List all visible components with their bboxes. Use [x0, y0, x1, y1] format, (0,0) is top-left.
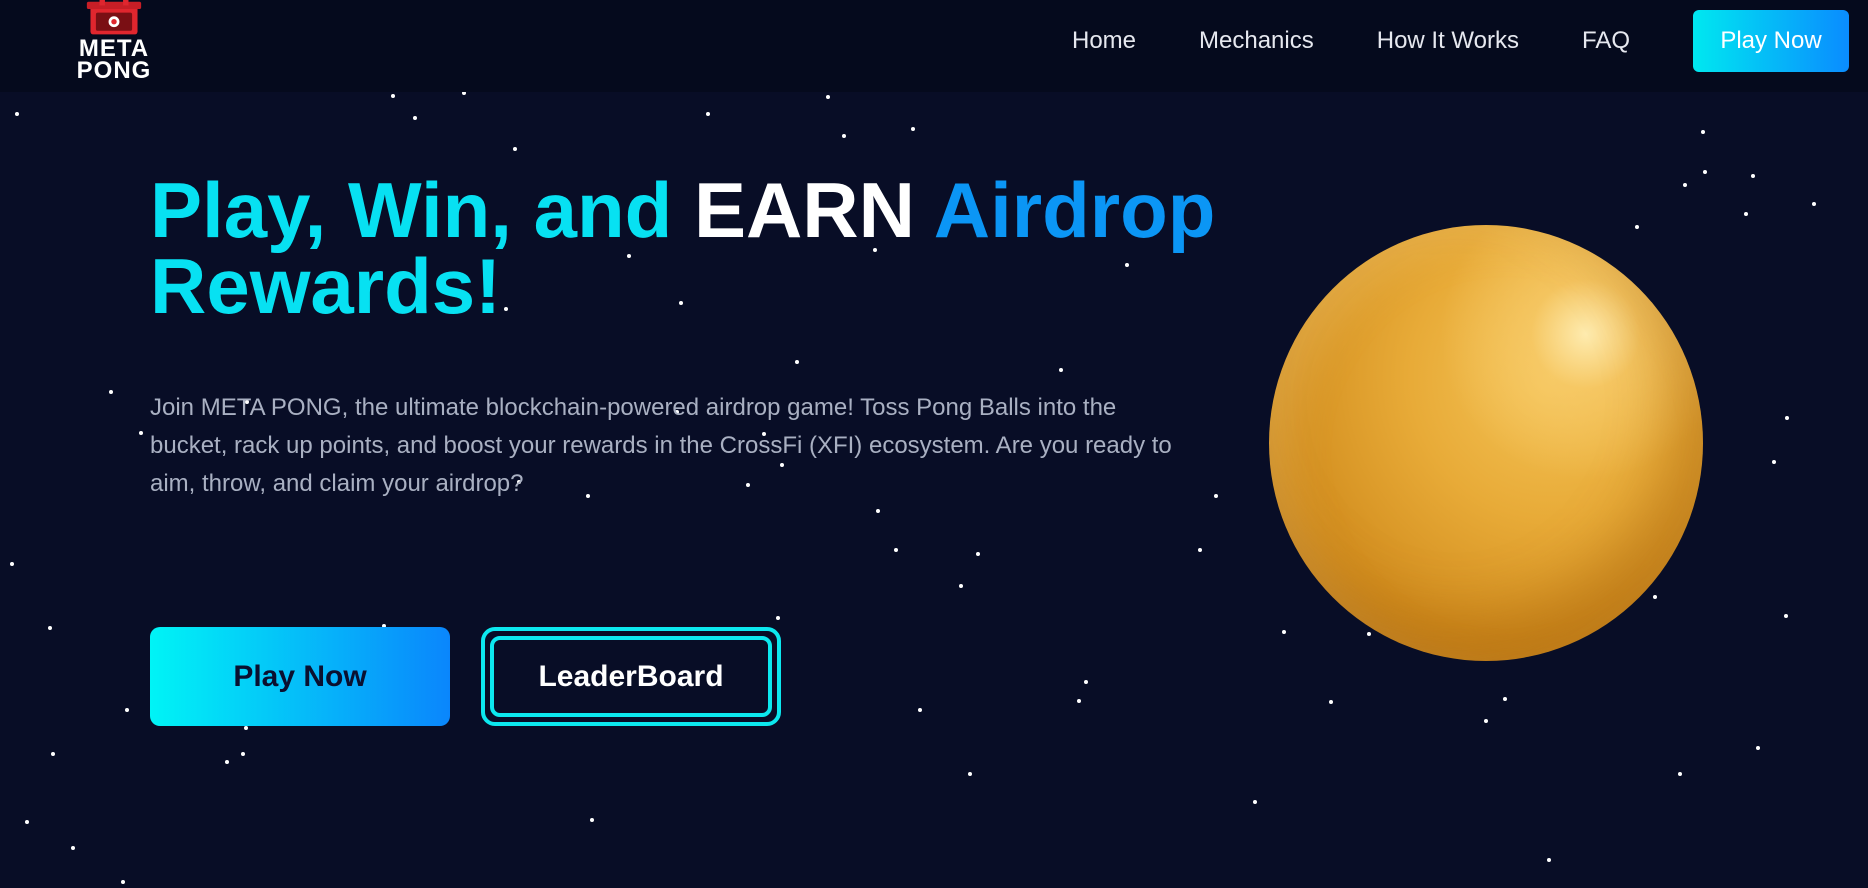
pong-bucket-logo-icon: [86, 0, 142, 35]
leaderboard-button[interactable]: LeaderBoard: [481, 627, 781, 726]
hero-play-now-button[interactable]: Play Now: [150, 627, 450, 726]
hero-description: Join META PONG, the ultimate blockchain-…: [150, 394, 1172, 497]
hero-title-rewards: Rewards!: [150, 242, 502, 330]
golden-pong-ball-image: [1269, 225, 1703, 661]
logo-text-pong: PONG: [76, 57, 152, 84]
main-nav: Home Mechanics How It Works FAQ Play Now: [1072, 0, 1868, 82]
nav-link-how-it-works[interactable]: How It Works: [1377, 27, 1519, 55]
nav-play-now-button[interactable]: Play Now: [1693, 10, 1849, 72]
nav-link-mechanics[interactable]: Mechanics: [1199, 27, 1314, 55]
hero-title: Play, Win, and EARN Airdrop Rewards!: [150, 171, 1250, 325]
nav-link-home[interactable]: Home: [1072, 27, 1136, 55]
hero-title-part1: Play, Win, and: [150, 166, 694, 254]
hero-title-earn: EARN: [693, 166, 915, 254]
brand-logo[interactable]: META PONG: [66, 0, 162, 84]
top-navbar: META PONG Home Mechanics How It Works FA…: [0, 0, 1868, 92]
leaderboard-button-label: LeaderBoard: [538, 659, 724, 693]
nav-link-faq[interactable]: FAQ: [1582, 27, 1630, 55]
hero-title-airdrop: Airdrop: [914, 166, 1216, 254]
